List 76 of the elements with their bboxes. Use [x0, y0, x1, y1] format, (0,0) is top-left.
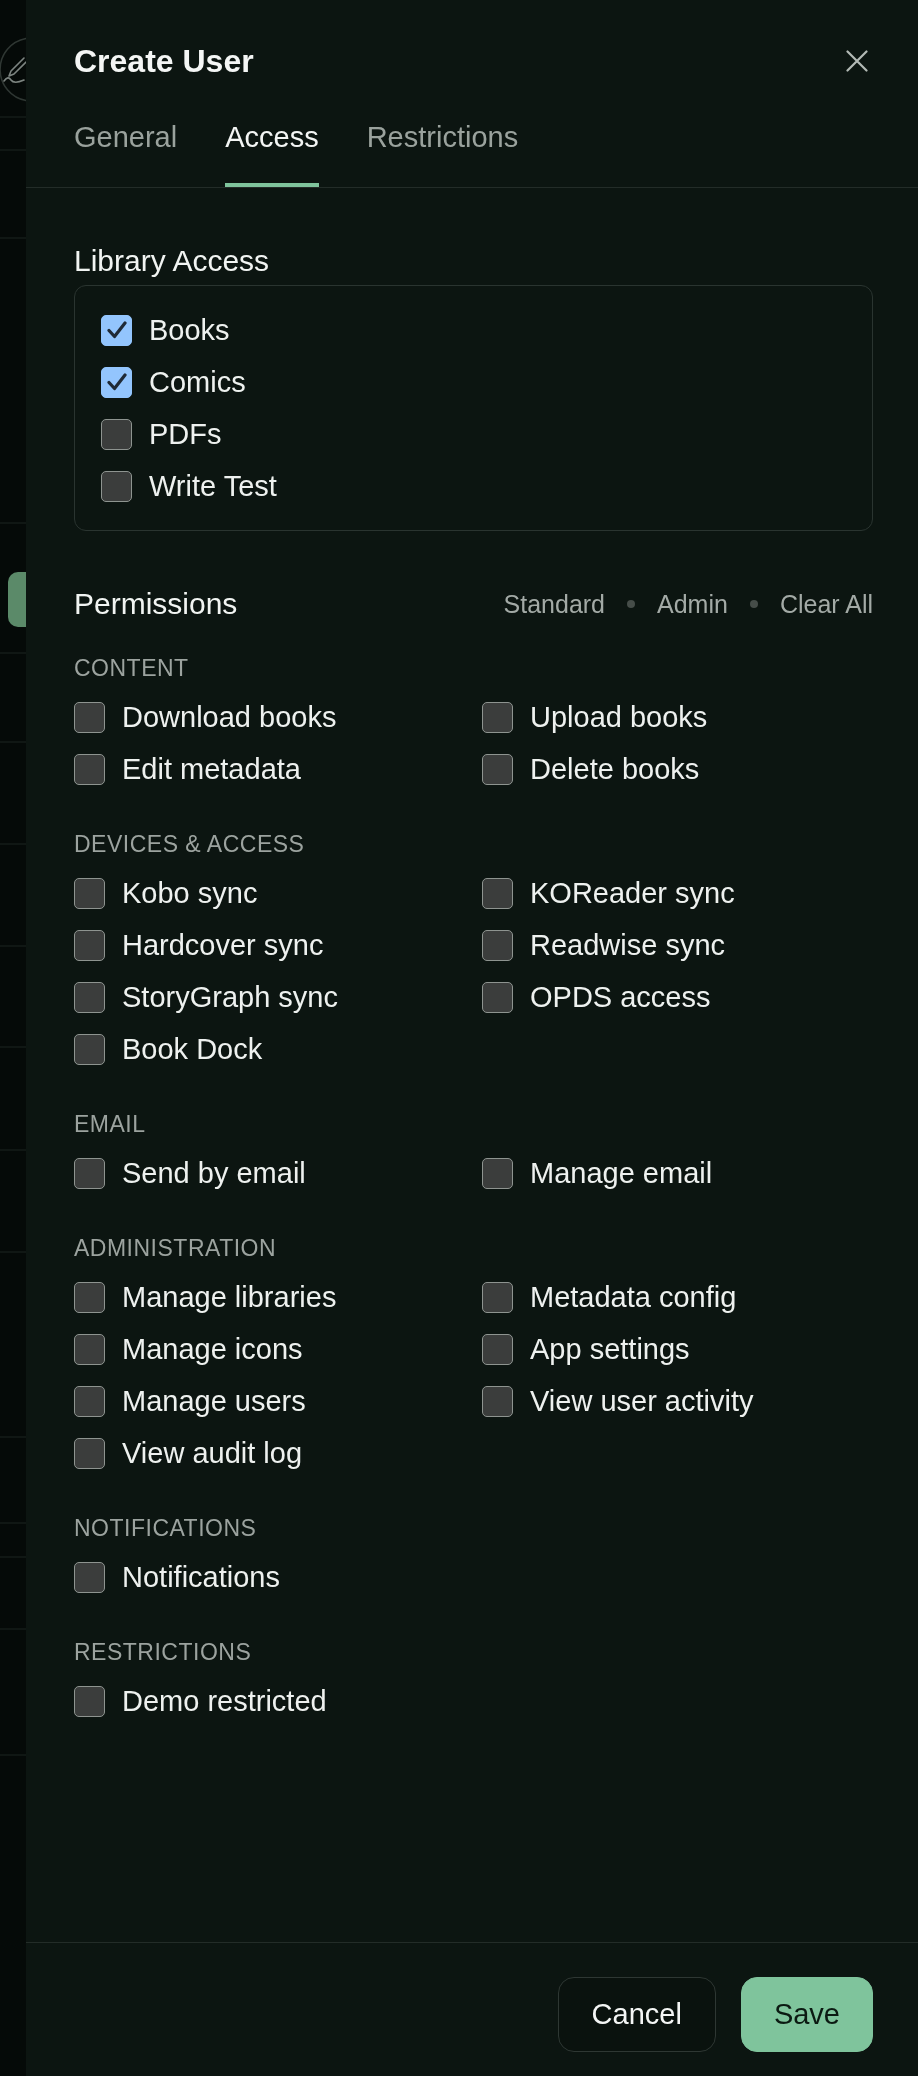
checkbox-label: Books [149, 313, 230, 348]
checkbox-label: Upload books [530, 700, 708, 735]
checkbox[interactable] [74, 1437, 105, 1469]
checkbox[interactable] [482, 753, 513, 785]
group-heading: DEVICES & ACCESS [74, 830, 306, 859]
section-title: Permissions [74, 586, 238, 622]
checkbox-label: OPDS access [530, 980, 711, 1015]
checkbox[interactable] [74, 929, 105, 961]
checkbox[interactable] [482, 1385, 513, 1417]
checkbox[interactable] [74, 1157, 105, 1189]
checkbox-label: Notifications [122, 1560, 280, 1595]
checkbox[interactable] [74, 1561, 105, 1593]
group-heading: EMAIL [74, 1110, 147, 1139]
preset-link[interactable]: Admin [657, 589, 728, 619]
dialog-title: Create User [74, 42, 254, 80]
pen-icon[interactable] [0, 37, 26, 102]
checkbox-label: Edit metadata [122, 752, 301, 787]
checkbox[interactable] [101, 314, 132, 346]
checkbox[interactable] [74, 877, 105, 909]
checkbox-label: Book Dock [122, 1032, 263, 1067]
checkbox-label: Download books [122, 700, 337, 735]
tab[interactable]: Access [225, 120, 319, 187]
checkbox-label: PDFs [149, 417, 222, 452]
checkbox[interactable] [74, 753, 105, 785]
cancel-button[interactable]: Cancel [557, 1977, 716, 2052]
dot-icon [749, 600, 758, 608]
checkbox[interactable] [482, 701, 513, 733]
checkbox-label: Delete books [530, 752, 700, 787]
checkbox[interactable] [482, 877, 513, 909]
checkbox[interactable] [74, 1033, 105, 1065]
group-heading: ADMINISTRATION [74, 1234, 278, 1263]
checkbox[interactable] [74, 1685, 105, 1717]
checkbox-label: Manage email [530, 1156, 713, 1191]
group-heading: CONTENT [74, 654, 190, 683]
preset-link[interactable]: Standard [503, 589, 606, 619]
checkbox-label: View user activity [530, 1384, 754, 1419]
checkbox-label: Demo restricted [122, 1684, 327, 1719]
checkbox[interactable] [74, 701, 105, 733]
highlight-tile [8, 572, 26, 627]
dot-icon [627, 600, 636, 608]
checkbox-label: Readwise sync [530, 928, 726, 963]
checkbox-label: Manage icons [122, 1332, 303, 1367]
checkbox-label: Manage users [122, 1384, 306, 1419]
check-icon [106, 373, 127, 391]
checkbox-label: KOReader sync [530, 876, 735, 911]
tab[interactable]: General [74, 120, 178, 187]
checkbox-label: Metadata config [530, 1280, 737, 1315]
preset-link[interactable]: Clear All [779, 589, 873, 619]
checkbox[interactable] [101, 470, 132, 502]
checkbox-label: App settings [530, 1332, 690, 1367]
section-title: Library Access [74, 243, 271, 279]
checkbox-label: Kobo sync [122, 876, 258, 911]
checkbox[interactable] [101, 418, 132, 450]
checkbox-label: Send by email [122, 1156, 306, 1191]
check-icon [106, 321, 127, 339]
save-button[interactable]: Save [740, 1977, 873, 2052]
checkbox[interactable] [101, 366, 132, 398]
checkbox-label: Manage libraries [122, 1280, 337, 1315]
checkbox[interactable] [482, 1157, 513, 1189]
checkbox[interactable] [74, 1333, 105, 1365]
tab[interactable]: Restrictions [366, 120, 519, 187]
close-icon[interactable] [846, 50, 868, 72]
checkbox[interactable] [482, 929, 513, 961]
checkbox[interactable] [74, 981, 105, 1013]
checkbox[interactable] [74, 1281, 105, 1313]
group-heading: NOTIFICATIONS [74, 1514, 258, 1543]
checkbox[interactable] [482, 1281, 513, 1313]
checkbox-label: StoryGraph sync [122, 980, 338, 1015]
checkbox[interactable] [482, 981, 513, 1013]
checkbox-label: View audit log [122, 1436, 303, 1471]
checkbox-label: Comics [149, 365, 246, 400]
checkbox-label: Write Test [149, 469, 277, 504]
checkbox[interactable] [482, 1333, 513, 1365]
checkbox-label: Hardcover sync [122, 928, 324, 963]
checkbox[interactable] [74, 1385, 105, 1417]
group-heading: RESTRICTIONS [74, 1638, 253, 1667]
